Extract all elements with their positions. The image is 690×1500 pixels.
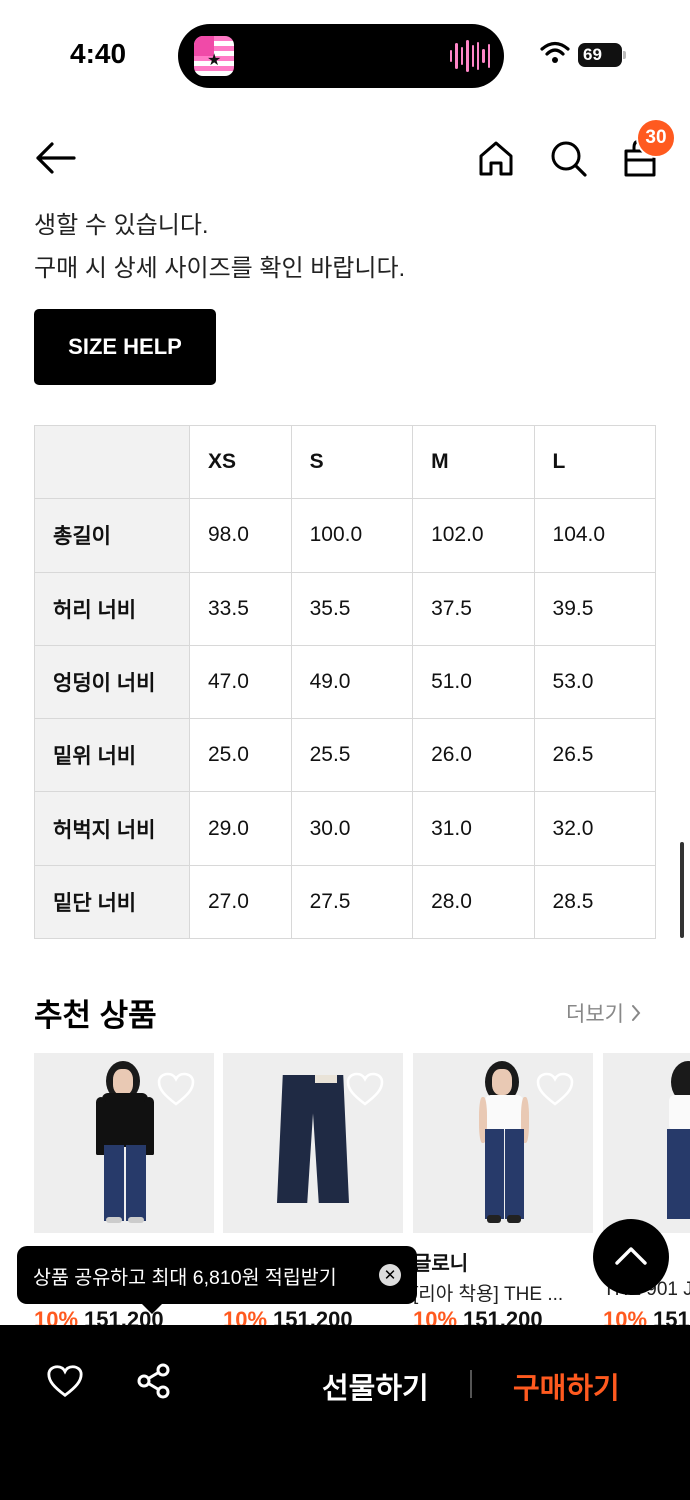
scrollbar[interactable] — [680, 842, 684, 938]
wishlist-heart-icon[interactable] — [345, 1071, 385, 1107]
audio-waveform-icon — [450, 38, 490, 74]
table-cell: 51.0 — [412, 644, 535, 720]
size-table: XS S M L 총길이 98.0 100.0 102.0 104.0 허리 너… — [34, 424, 657, 940]
bottom-action-bar: 선물하기 구매하기 — [0, 1325, 690, 1500]
size-table-header-row: XS S M L — [34, 424, 657, 500]
cart-count-badge: 30 — [636, 118, 676, 158]
table-cell: 26.0 — [412, 718, 535, 793]
product-image[interactable] — [34, 1053, 214, 1233]
toast-text: 상품 공유하고 최대 6,810원 적립받기 — [33, 1266, 337, 1289]
chevron-up-icon — [615, 1247, 647, 1265]
table-cell: 29.0 — [189, 791, 292, 866]
table-row: 밑위 너비 25.0 25.5 26.0 26.5 — [34, 718, 657, 793]
table-cell: 27.5 — [290, 864, 414, 940]
table-cell: 30.0 — [290, 791, 414, 866]
gift-button[interactable]: 선물하기 — [322, 1365, 429, 1407]
more-link[interactable]: 더보기 — [566, 998, 642, 1028]
table-cell: 25.5 — [290, 718, 414, 793]
product-name: [리아 착용] THE ... — [413, 1284, 564, 1305]
size-help-button[interactable]: SIZE HELP — [34, 309, 216, 385]
table-cell: 53.0 — [533, 644, 657, 720]
size-note-line-1: 생할 수 있습니다. — [34, 212, 209, 239]
table-row: 허리 너비 33.5 35.5 37.5 39.5 — [34, 571, 657, 646]
share-icon[interactable] — [136, 1363, 172, 1399]
table-cell: 39.5 — [533, 571, 657, 646]
row-label: 밑단 너비 — [34, 864, 190, 940]
product-image[interactable] — [413, 1053, 593, 1233]
product-card[interactable]: 10% 151,200 — [34, 1053, 214, 1332]
share-reward-toast[interactable]: 상품 공유하고 최대 6,810원 적립받기 ✕ — [17, 1246, 417, 1314]
dynamic-island — [178, 24, 504, 88]
product-brand: 글로니 — [413, 1253, 469, 1275]
product-image[interactable] — [603, 1053, 690, 1233]
search-icon[interactable] — [548, 138, 588, 178]
header-cell-s: S — [290, 424, 414, 500]
row-label: 엉덩이 너비 — [34, 644, 190, 720]
table-cell: 28.0 — [412, 864, 535, 940]
table-row: 허벅지 너비 29.0 30.0 31.0 32.0 — [34, 791, 657, 866]
row-label: 허벅지 너비 — [34, 791, 190, 866]
battery-indicator: 69 — [578, 43, 626, 67]
status-time: 4:40 — [70, 38, 127, 69]
close-icon[interactable]: ✕ — [379, 1264, 401, 1286]
header-cell-l: L — [533, 424, 657, 500]
heart-icon[interactable] — [46, 1363, 84, 1399]
table-cell: 49.0 — [290, 644, 414, 720]
more-label: 더보기 — [566, 1003, 624, 1026]
table-cell: 26.5 — [533, 718, 657, 793]
table-cell: 27.0 — [189, 864, 292, 940]
table-cell: 37.5 — [412, 571, 535, 646]
table-cell: 104.0 — [533, 498, 657, 573]
buy-button[interactable]: 구매하기 — [513, 1365, 620, 1407]
table-cell: 32.0 — [533, 791, 657, 866]
table-row: 엉덩이 너비 47.0 49.0 51.0 53.0 — [34, 644, 657, 720]
chevron-right-icon — [631, 1005, 641, 1021]
product-card[interactable]: 글로니 [리아 착용] THE ... 10% 151,200 — [413, 1053, 593, 1332]
app-icon — [194, 36, 234, 76]
recommended-title: 추천 상품 — [34, 998, 157, 1033]
table-cell: 102.0 — [412, 498, 535, 573]
back-arrow-icon[interactable] — [34, 140, 78, 176]
row-label: 밑위 너비 — [34, 718, 190, 793]
header-cell-xs: XS — [189, 424, 292, 500]
wifi-icon — [540, 41, 570, 63]
table-cell: 100.0 — [290, 498, 414, 573]
home-icon[interactable] — [476, 138, 516, 178]
row-label: 총길이 — [34, 498, 190, 573]
table-row: 총길이 98.0 100.0 102.0 104.0 — [34, 498, 657, 573]
table-cell: 28.5 — [533, 864, 657, 940]
table-cell: 98.0 — [189, 498, 292, 573]
wishlist-heart-icon[interactable] — [156, 1071, 196, 1107]
product-card[interactable]: 10% 151,200 — [223, 1053, 403, 1332]
header-cell-empty — [34, 424, 190, 500]
table-cell: 47.0 — [189, 644, 292, 720]
header-cell-m: M — [412, 424, 535, 500]
row-label: 허리 너비 — [34, 571, 190, 646]
size-note-line-2: 구매 시 상세 사이즈를 확인 바랍니다. — [34, 255, 406, 282]
table-cell: 25.0 — [189, 718, 292, 793]
table-cell: 31.0 — [412, 791, 535, 866]
wishlist-heart-icon[interactable] — [535, 1071, 575, 1107]
product-image[interactable] — [223, 1053, 403, 1233]
scroll-to-top-button[interactable] — [593, 1219, 669, 1295]
table-cell: 33.5 — [189, 571, 292, 646]
divider — [470, 1370, 472, 1398]
table-row: 밑단 너비 27.0 27.5 28.0 28.5 — [34, 864, 657, 940]
table-cell: 35.5 — [290, 571, 414, 646]
